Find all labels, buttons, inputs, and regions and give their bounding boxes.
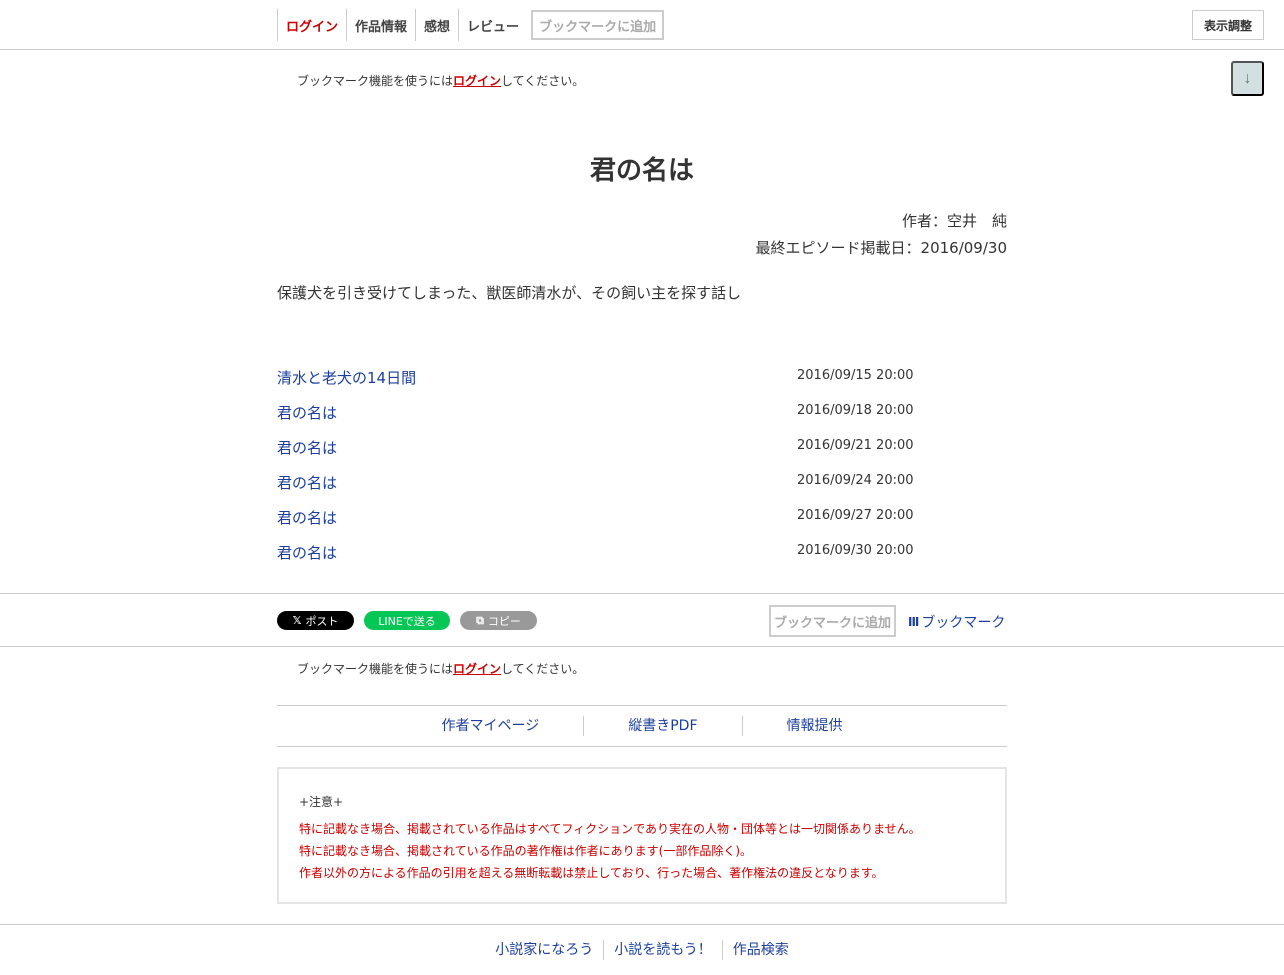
episode-list: 清水と老犬の14日間 2016/09/15 20:00 君の名は 2016/09… <box>277 360 1007 570</box>
login-note-top: ブックマーク機能を使うにはログインしてください。 <box>297 72 584 89</box>
x-post-button[interactable]: 𝕏 ポスト <box>277 611 354 630</box>
episode-date: 2016/09/15 20:00 <box>797 368 914 383</box>
episode-row: 君の名は 2016/09/21 20:00 <box>277 430 1007 465</box>
last-episode-date: 最終エピソード掲載日：2016/09/30 <box>755 239 1007 257</box>
scroll-down-button[interactable]: ↓ <box>1231 61 1264 96</box>
copy-icon: ⧉ <box>476 613 484 627</box>
nav-review-link[interactable]: レビュー <box>459 9 527 41</box>
notice-heading: +注意+ <box>299 795 344 809</box>
login-note-text: してください。 <box>501 74 585 88</box>
episode-date: 2016/09/21 20:00 <box>797 438 914 453</box>
line-send-button[interactable]: LINEで送る <box>364 611 450 630</box>
episode-row: 君の名は 2016/09/18 20:00 <box>277 395 1007 430</box>
episode-title-link[interactable]: 君の名は <box>277 542 337 563</box>
login-note-text: ブックマーク機能を使うには <box>297 74 454 88</box>
episode-row: 君の名は 2016/09/27 20:00 <box>277 500 1007 535</box>
notice-line: 特に記載なき場合、掲載されている作品の著作権は作者にあります(一部作品除く)。 <box>299 844 753 858</box>
episode-row: 君の名は 2016/09/30 20:00 <box>277 535 1007 570</box>
footer-yomou-link[interactable]: 小説を読もう！ <box>604 940 723 960</box>
login-note-bottom: ブックマーク機能を使うにはログインしてください。 <box>297 660 584 677</box>
vertical-pdf-link[interactable]: 縦書きPDF <box>584 716 743 736</box>
footer-search-link[interactable]: 作品検索 <box>723 940 799 960</box>
work-links-bar: 作者マイページ 縦書きPDF 情報提供 <box>277 705 1007 747</box>
author-mypage-link[interactable]: 作者マイページ <box>397 716 585 736</box>
copy-label: コピー <box>487 614 521 628</box>
footer-links: 小説家になろう 小説を読もう！ 作品検索 <box>0 940 1284 960</box>
login-note-text: ブックマーク機能を使うには <box>297 662 454 676</box>
bookmark-link[interactable]: III ブックマーク <box>908 612 1005 632</box>
bookmark-books-icon: III <box>908 615 919 629</box>
x-post-label: ポスト <box>305 614 339 628</box>
report-info-link[interactable]: 情報提供 <box>743 716 887 736</box>
bookmark-link-label: ブックマーク <box>921 615 1006 631</box>
bookmark-add-button-top[interactable]: ブックマークに追加 <box>531 10 665 40</box>
episode-row: 君の名は 2016/09/24 20:00 <box>277 465 1007 500</box>
top-bar: ログイン 作品情報 感想 レビュー ブックマークに追加 表示調整 <box>0 0 1284 50</box>
episode-row: 清水と老犬の14日間 2016/09/15 20:00 <box>277 360 1007 395</box>
login-note-login-link[interactable]: ログイン <box>453 74 501 88</box>
work-author: 作者：空井 純 <box>901 212 1007 230</box>
x-logo-icon: 𝕏 <box>292 614 302 627</box>
episode-date: 2016/09/30 20:00 <box>797 543 914 558</box>
nav-impressions-link[interactable]: 感想 <box>416 9 460 41</box>
episode-title-link[interactable]: 君の名は <box>277 507 337 528</box>
footer-divider <box>0 924 1284 925</box>
episode-title-link[interactable]: 君の名は <box>277 437 337 458</box>
display-settings-button[interactable]: 表示調整 <box>1192 10 1264 40</box>
work-synopsis: 保護犬を引き受けてしまった、獣医師清水が、その飼い主を探す話し <box>277 284 742 302</box>
share-bar: 𝕏 ポスト LINEで送る ⧉ コピー ブックマークに追加 III ブックマーク <box>0 593 1284 647</box>
notice-line: 特に記載なき場合、掲載されている作品はすべてフィクションであり実在の人物・団体等… <box>299 822 921 836</box>
episode-date: 2016/09/27 20:00 <box>797 508 914 523</box>
episode-title-link[interactable]: 君の名は <box>277 472 337 493</box>
episode-title-link[interactable]: 君の名は <box>277 402 337 423</box>
notice-line: 作者以外の方による作品の引用を超える無断転載は禁止しており、行った場合、著作権法… <box>299 866 884 880</box>
episode-date: 2016/09/24 20:00 <box>797 473 914 488</box>
copy-button[interactable]: ⧉ コピー <box>460 611 537 630</box>
episode-date: 2016/09/18 20:00 <box>797 403 914 418</box>
bookmark-add-button-bottom[interactable]: ブックマークに追加 <box>769 605 896 637</box>
arrow-down-icon: ↓ <box>1243 69 1252 87</box>
nav-work-info-link[interactable]: 作品情報 <box>347 9 417 41</box>
nav-login-link[interactable]: ログイン <box>278 9 348 41</box>
work-title: 君の名は <box>589 156 694 186</box>
top-nav: ログイン 作品情報 感想 レビュー ブックマークに追加 <box>277 9 665 41</box>
footer-narou-link[interactable]: 小説家になろう <box>485 940 605 960</box>
episode-title-link[interactable]: 清水と老犬の14日間 <box>277 367 416 388</box>
login-note-text: してください。 <box>501 662 585 676</box>
login-note-login-link[interactable]: ログイン <box>453 662 501 676</box>
notice-box: +注意+ 特に記載なき場合、掲載されている作品はすべてフィクションであり実在の人… <box>277 767 1007 904</box>
